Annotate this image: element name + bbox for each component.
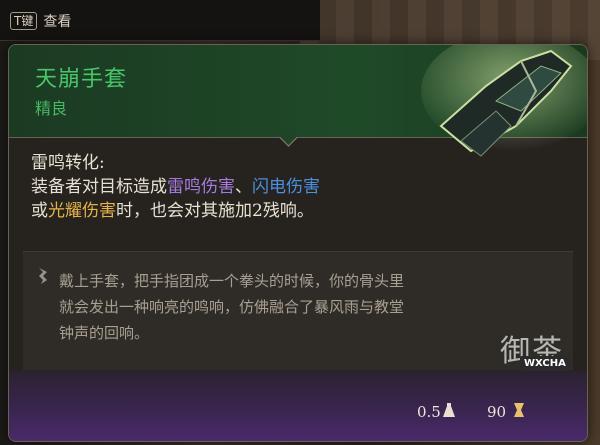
ability-title: 雷鸣转化: (31, 153, 105, 173)
weight-icon (443, 403, 455, 417)
top-hint-bar: T键 查看 (0, 0, 320, 41)
item-tooltip: 天崩手套 精良 雷鸣转化: 装备者对目标造成雷鸣伤害、闪电伤害 或光耀伤害时，也… (8, 44, 588, 442)
item-name: 天崩手套 (35, 67, 128, 92)
flavor-text-box: 戴上手套，把手指团成一个拳头的时候，你的骨头里 就会发出一种响亮的鸣响，仿佛融合… (23, 251, 573, 370)
item-description: 雷鸣转化: 装备者对目标造成雷鸣伤害、闪电伤害 或光耀伤害时，也会对其施加2残响… (31, 151, 551, 223)
key-chip: T键 (10, 12, 38, 30)
flavor-text: 戴上手套，把手指团成一个拳头的时候，你的骨头里 就会发出一种响亮的鸣响，仿佛融合… (59, 268, 569, 346)
gauntlet-icon (421, 45, 587, 157)
item-price: 90 (487, 403, 507, 421)
separator: 、 (235, 177, 252, 197)
quill-icon (39, 268, 47, 284)
thunder-damage: 雷鸣伤害 (167, 177, 235, 197)
radiant-damage: 光耀伤害 (48, 201, 116, 221)
key-hint[interactable]: T键 查看 (10, 11, 71, 31)
coin-icon (514, 403, 524, 417)
watermark-badge: WXCHA (520, 356, 570, 371)
item-weight: 0.5 (417, 403, 441, 421)
lightning-damage: 闪电伤害 (252, 177, 320, 197)
flavor-line: 戴上手套，把手指团成一个拳头的时候，你的骨头里 (59, 272, 405, 290)
line1-prefix: 装备者对目标造成 (31, 177, 167, 197)
flavor-line: 就会发出一种响亮的鸣响，仿佛融合了暴风雨与教堂 (59, 298, 405, 316)
key-hint-label: 查看 (43, 14, 72, 30)
flavor-line: 钟声的回响。 (59, 324, 150, 342)
item-rarity: 精良 (35, 99, 68, 118)
line2-prefix: 或 (31, 201, 48, 221)
line2-suffix: 时，也会对其施加2残响。 (116, 201, 314, 221)
description-line-2: 或光耀伤害时，也会对其施加2残响。 (31, 199, 551, 223)
description-line-1: 装备者对目标造成雷鸣伤害、闪电伤害 (31, 175, 551, 199)
